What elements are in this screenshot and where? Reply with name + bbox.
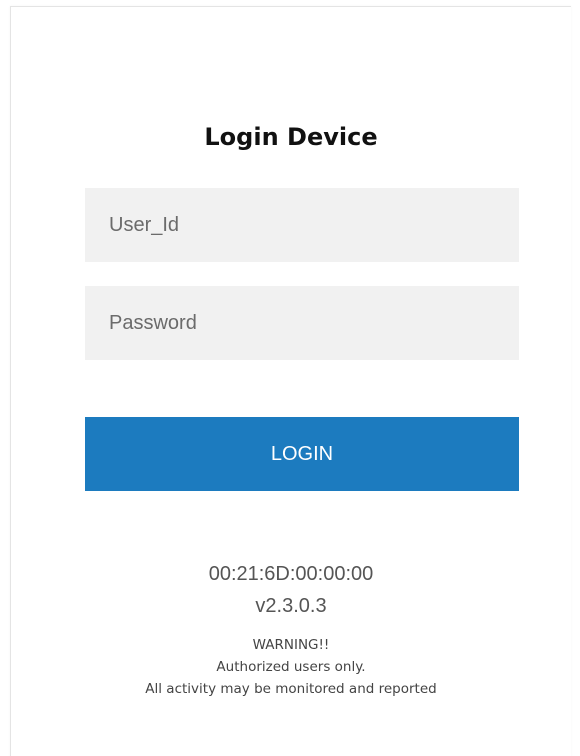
- warning-heading: WARNING!!: [252, 637, 330, 653]
- login-page: Login Device LOGIN 00:21:6D:00:00:00 v2.…: [0, 0, 580, 756]
- firmware-version: v2.3.0.3: [255, 595, 327, 617]
- password-field[interactable]: [85, 286, 519, 360]
- page-title: Login Device: [204, 123, 378, 151]
- login-card: Login Device LOGIN 00:21:6D:00:00:00 v2.…: [10, 6, 571, 756]
- warning-line-authorized: Authorized users only.: [216, 659, 366, 675]
- user-id-field[interactable]: [85, 188, 519, 262]
- mac-address: 00:21:6D:00:00:00: [208, 563, 374, 585]
- login-button[interactable]: LOGIN: [85, 417, 519, 491]
- warning-line-monitored: All activity may be monitored and report…: [145, 681, 437, 697]
